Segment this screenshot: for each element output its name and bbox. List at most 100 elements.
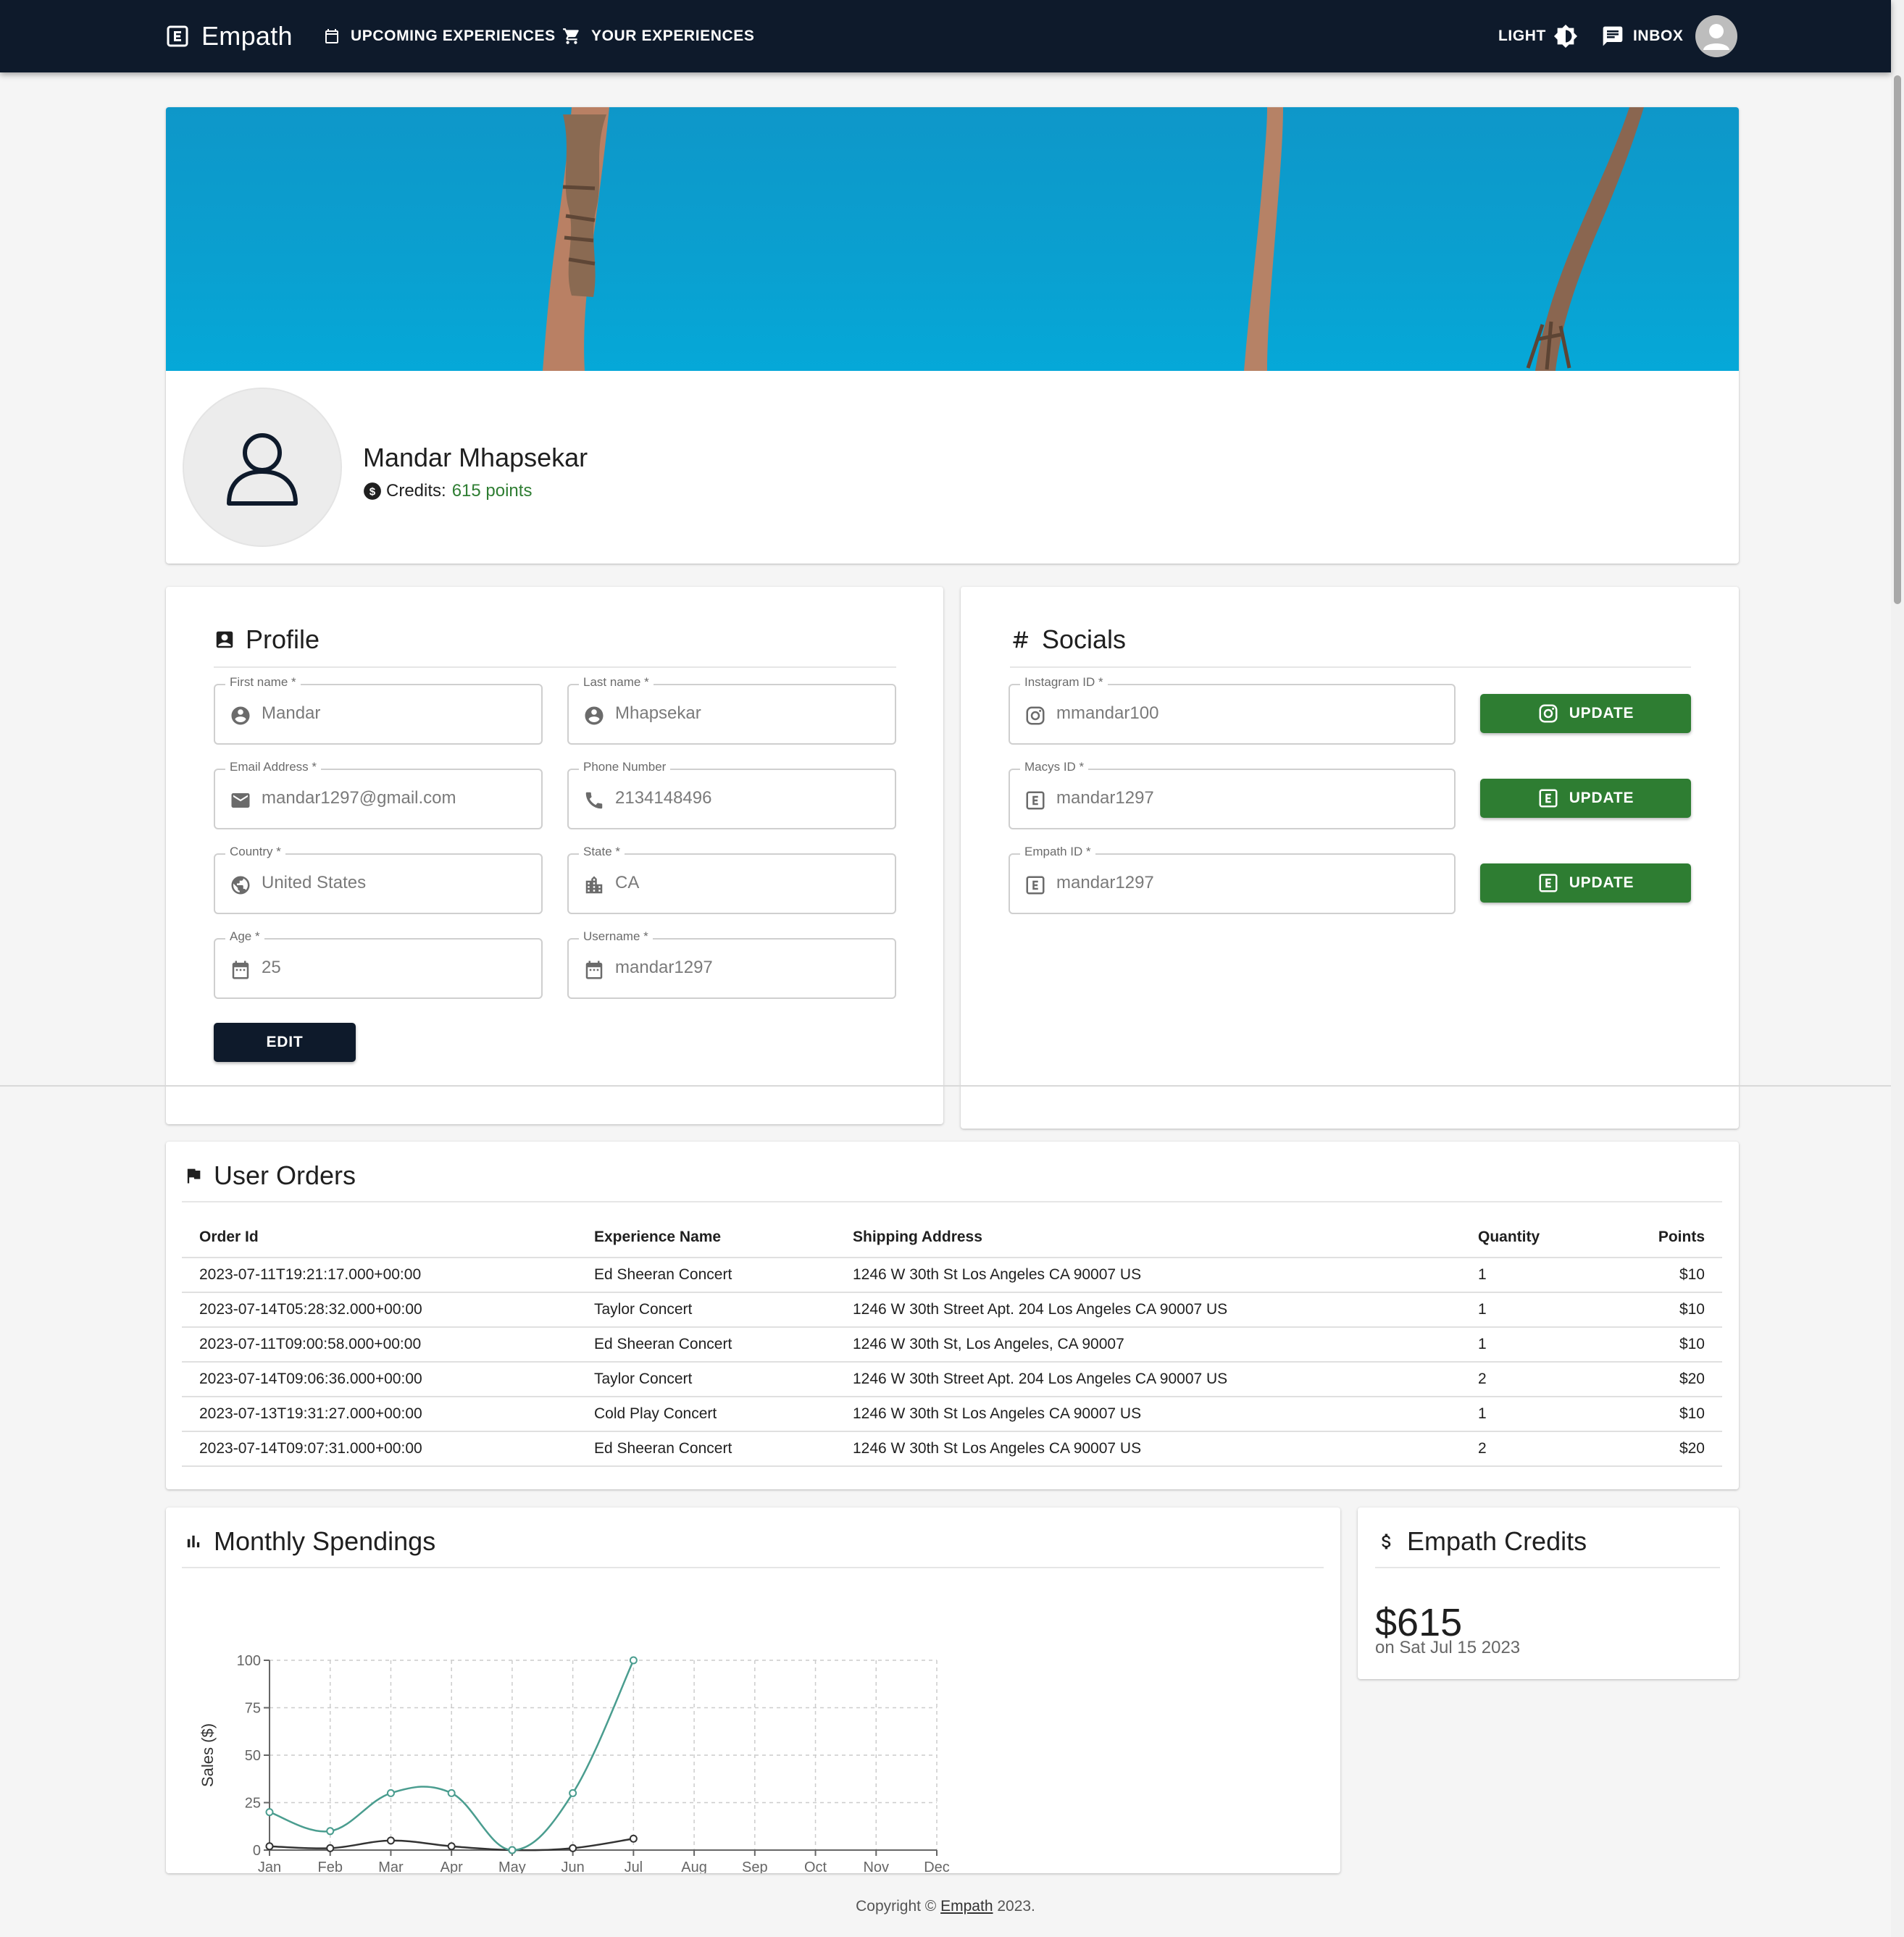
- socials-title-text: Socials: [1042, 624, 1127, 654]
- email-field[interactable]: Email Address * mandar1297@gmail.com: [214, 760, 543, 829]
- update-empath-button[interactable]: UPDATE: [1480, 863, 1691, 903]
- theme-label: LIGHT: [1498, 28, 1546, 44]
- cover-banner: [166, 107, 1739, 371]
- table-row[interactable]: 2023-07-11T19:21:17.000+00:00 Ed Sheeran …: [182, 1258, 1722, 1293]
- empath-logo-icon: [1539, 874, 1558, 892]
- experience-name-cell: Ed Sheeran Concert: [577, 1327, 835, 1363]
- calendar-icon: [325, 29, 338, 43]
- scrollbar-thumb[interactable]: [1894, 75, 1901, 604]
- x-tick-label: Jul: [625, 1859, 643, 1873]
- instagram-id-field[interactable]: Instagram ID * mmandar100: [1009, 675, 1456, 745]
- profile-divider: [214, 666, 896, 668]
- credits-section-title: Empath Credits: [1377, 1526, 1587, 1557]
- state-label: State *: [579, 845, 625, 859]
- calendar-icon: [585, 961, 603, 979]
- col-quantity: Quantity: [1461, 1217, 1584, 1258]
- order-id-cell: 2023-07-14T09:06:36.000+00:00: [182, 1362, 577, 1397]
- credits-label: Credits:: [386, 481, 446, 501]
- nav-upcoming-label: UPCOMING EXPERIENCES: [351, 28, 556, 44]
- spendings-section-title: Monthly Spendings: [183, 1526, 435, 1557]
- last-name-value[interactable]: Mhapsekar: [615, 703, 883, 724]
- points-cell: $10: [1584, 1292, 1722, 1328]
- socials-card: Socials Instagram ID * mmandar100 Macys …: [961, 587, 1739, 1129]
- data-point-quantity: [386, 1836, 395, 1845]
- quantity-cell: 2: [1461, 1362, 1584, 1397]
- first-name-label: First name *: [225, 675, 301, 690]
- phone-icon: [585, 792, 603, 809]
- username-value[interactable]: mandar1297: [615, 958, 883, 978]
- empath-logo-icon: [1539, 789, 1558, 808]
- state-value[interactable]: CA: [615, 873, 883, 893]
- instagram-icon: [1539, 704, 1558, 723]
- last-name-label: Last name *: [579, 675, 654, 690]
- brightness-icon: [1553, 24, 1578, 49]
- macys-id-field[interactable]: Macys ID * mandar1297: [1009, 760, 1456, 829]
- data-point-quantity: [629, 1834, 638, 1843]
- shipping-address-cell: 1246 W 30th Street Apt. 204 Los Angeles …: [835, 1362, 1461, 1397]
- profile-header-card: Mandar Mhapsekar $ Credits: 615 points: [166, 107, 1739, 564]
- shipping-address-cell: 1246 W 30th St Los Angeles CA 90007 US: [835, 1258, 1461, 1293]
- page-separator-line: [0, 1085, 1891, 1087]
- table-row[interactable]: 2023-07-13T19:31:27.000+00:00 Cold Play C…: [182, 1397, 1722, 1432]
- username-field[interactable]: Username * mandar1297: [567, 929, 896, 999]
- update-macys-button[interactable]: UPDATE: [1480, 779, 1691, 818]
- points-cell: $20: [1584, 1431, 1722, 1467]
- experience-name-cell: Cold Play Concert: [577, 1397, 835, 1432]
- theme-toggle[interactable]: LIGHT: [1498, 0, 1578, 72]
- table-row[interactable]: 2023-07-14T09:06:36.000+00:00 Taylor Conc…: [182, 1362, 1722, 1397]
- state-field[interactable]: State * CA: [567, 845, 896, 914]
- profile-section-title: Profile: [214, 624, 320, 655]
- spendings-title-text: Monthly Spendings: [214, 1526, 436, 1556]
- empath-id-label: Empath ID *: [1020, 845, 1095, 859]
- phone-field[interactable]: Phone Number 2134148496: [567, 760, 896, 829]
- experience-name-cell: Ed Sheeran Concert: [577, 1258, 835, 1293]
- footer-prefix: Copyright ©: [856, 1898, 941, 1915]
- nav-your-experiences[interactable]: YOUR EXPERIENCES: [562, 0, 755, 72]
- spendings-divider: [182, 1567, 1324, 1568]
- orders-table: Order Id Experience Name Shipping Addres…: [182, 1217, 1722, 1467]
- edit-profile-button[interactable]: EDIT: [214, 1023, 356, 1062]
- country-field[interactable]: Country * United States: [214, 845, 543, 914]
- email-icon: [231, 793, 250, 808]
- age-value[interactable]: 25: [262, 958, 530, 978]
- person-icon: [1703, 24, 1729, 50]
- country-value[interactable]: United States: [262, 873, 530, 893]
- experience-name-cell: Ed Sheeran Concert: [577, 1431, 835, 1467]
- data-point-amount: [265, 1808, 274, 1817]
- profile-avatar[interactable]: [183, 388, 342, 547]
- macys-id-value[interactable]: mandar1297: [1056, 788, 1442, 808]
- table-row[interactable]: 2023-07-14T09:07:31.000+00:00 Ed Sheeran …: [182, 1431, 1722, 1467]
- update-label: UPDATE: [1569, 705, 1634, 721]
- email-value[interactable]: mandar1297@gmail.com: [262, 788, 530, 808]
- footer-link[interactable]: Empath: [940, 1898, 993, 1915]
- last-name-field[interactable]: Last name * Mhapsekar: [567, 675, 896, 745]
- user-avatar[interactable]: [1695, 15, 1737, 57]
- brand-title: Empath: [201, 21, 293, 51]
- empath-id-value[interactable]: mandar1297: [1056, 873, 1442, 893]
- dollar-coin-icon: $: [364, 482, 381, 500]
- nav-inbox[interactable]: INBOX: [1601, 0, 1684, 72]
- update-instagram-button[interactable]: UPDATE: [1480, 694, 1691, 733]
- x-tick-label: May: [498, 1859, 526, 1873]
- table-row[interactable]: 2023-07-14T05:28:32.000+00:00 Taylor Conc…: [182, 1292, 1722, 1328]
- first-name-value[interactable]: Mandar: [262, 703, 530, 724]
- x-tick-label: Jun: [561, 1859, 585, 1873]
- first-name-field[interactable]: First name * Mandar: [214, 675, 543, 745]
- table-row[interactable]: 2023-07-11T09:00:58.000+00:00 Ed Sheeran …: [182, 1327, 1722, 1363]
- empath-credits-card: Empath Credits $615 on Sat Jul 15 2023: [1358, 1507, 1739, 1679]
- quantity-cell: 1: [1461, 1327, 1584, 1363]
- phone-value[interactable]: 2134148496: [615, 788, 883, 808]
- empath-id-field[interactable]: Empath ID * mandar1297: [1009, 845, 1456, 914]
- age-field[interactable]: Age * 25: [214, 929, 543, 999]
- col-points: Points: [1584, 1217, 1722, 1258]
- update-label: UPDATE: [1569, 874, 1634, 891]
- credits-divider: [1375, 1567, 1720, 1568]
- city-icon: [585, 876, 603, 894]
- orders-title-text: User Orders: [214, 1160, 356, 1190]
- nav-upcoming-experiences[interactable]: UPCOMING EXPERIENCES: [323, 0, 556, 72]
- instagram-id-value[interactable]: mmandar100: [1056, 703, 1442, 724]
- brand[interactable]: Empath: [167, 0, 293, 72]
- email-label: Email Address *: [225, 760, 321, 774]
- data-point-amount: [326, 1827, 335, 1836]
- profile-title-text: Profile: [246, 624, 320, 654]
